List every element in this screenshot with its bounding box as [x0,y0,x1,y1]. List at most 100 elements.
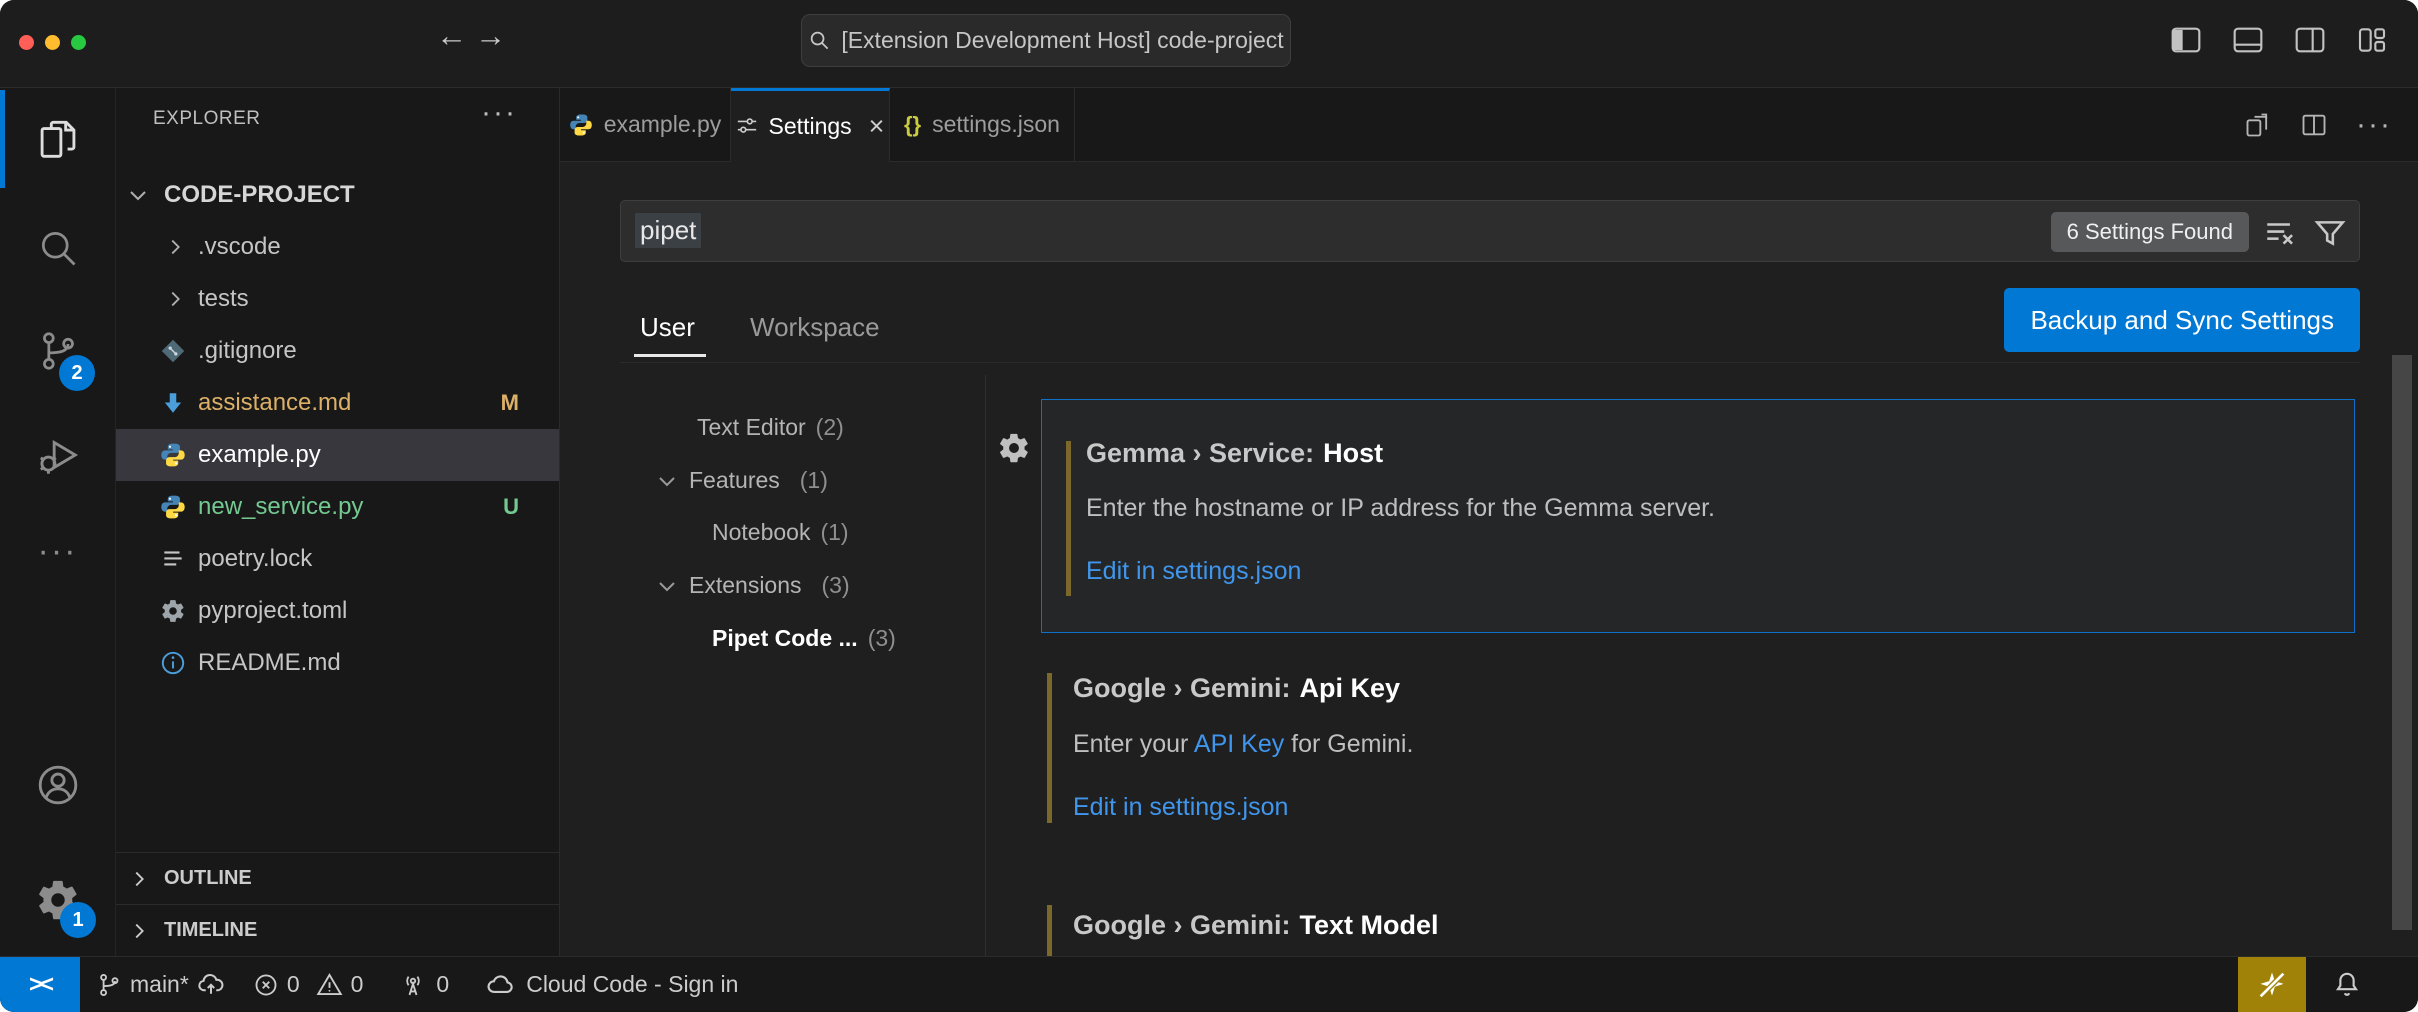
filter-settings-icon[interactable] [2313,216,2347,250]
notifications-bell-icon[interactable] [2332,970,2362,1000]
toc-count: (1) [800,467,828,494]
outline-label: OUTLINE [164,867,252,890]
backup-sync-settings-button[interactable]: Backup and Sync Settings [2004,288,2360,352]
problems-status-item[interactable]: 0 0 [253,971,364,998]
tree-item-new-service-py[interactable]: new_service.py U [116,481,559,533]
warnings-icon [316,971,343,998]
branch-status-item[interactable]: main* [96,971,225,999]
timeline-section-header[interactable]: TIMELINE [116,904,559,956]
edit-in-settings-json-link[interactable]: Edit in settings.json [1073,793,1288,821]
warning-count: 0 [351,971,364,998]
explorer-more-actions-icon[interactable]: ··· [481,96,517,130]
minimize-window-button[interactable] [45,35,60,50]
tree-root-code-project[interactable]: CODE-PROJECT [116,169,559,221]
toc-splitter[interactable] [985,375,986,956]
command-center[interactable]: [Extension Development Host] code-projec… [801,14,1291,67]
toc-item-notebook[interactable]: Notebook (1) [620,506,985,559]
more-actions-icon[interactable]: ··· [2356,108,2392,142]
editor-actions: ··· [2244,88,2392,162]
toc-item-features[interactable]: Features (1) [620,454,985,507]
customize-layout-icon[interactable] [2356,24,2388,56]
sidebar-item-source-control[interactable] [0,301,115,401]
settings-results-count-badge: 6 Settings Found [2051,212,2249,252]
sidebar-item-search[interactable] [0,198,115,298]
tree-item-tests[interactable]: tests [116,273,559,325]
back-icon[interactable]: ← [436,20,467,51]
forward-icon[interactable]: → [475,20,506,51]
cloud-code-status-item[interactable]: Cloud Code - Sign in [485,970,738,1000]
tab-settings[interactable]: Settings × [731,88,890,161]
ports-count: 0 [436,971,449,998]
outline-section-header[interactable]: OUTLINE [116,852,559,904]
description-text: for Gemini. [1284,730,1413,758]
sidebar-item-explorer[interactable] [0,90,115,190]
toggle-primary-sidebar-icon[interactable] [2170,24,2202,56]
file-label: example.py [198,441,321,469]
tab-scope-user[interactable]: User [640,300,695,354]
tree-item-poetry-lock[interactable]: poetry.lock [116,533,559,585]
setting-row-google-gemini-text-model[interactable]: Google › Gemini:Text Model [1041,895,2355,956]
tree-item-example-py[interactable]: example.py [116,429,559,481]
status-bar: >< main* [0,956,2418,1012]
chevron-right-icon [164,288,186,310]
ports-status-item[interactable]: 0 [399,971,449,999]
chevron-right-icon [128,920,150,942]
toc-item-pipet-code[interactable]: Pipet Code ... (3) [620,612,985,665]
remote-indicator[interactable]: >< [0,957,80,1012]
toc-item-extensions[interactable]: Extensions (3) [620,559,985,612]
clear-settings-search-icon[interactable] [2263,216,2297,250]
modified-indicator [1066,441,1071,596]
tree-item-readme-md[interactable]: README.md [116,637,559,689]
tree-item-pyproject-toml[interactable]: pyproject.toml [116,585,559,637]
tab-settings-json[interactable]: {} settings.json [890,88,1075,161]
file-label: assistance.md [198,389,351,417]
setting-row-google-gemini-api-key[interactable]: Google › Gemini:Api Key Enter your API K… [1041,660,2355,896]
search-icon [36,226,80,270]
accounts-button[interactable] [0,735,115,835]
tab-example-py[interactable]: example.py [560,88,731,161]
toc-item-text-editor[interactable]: Text Editor (2) [620,401,985,454]
additional-views-button[interactable]: ··· [0,501,115,601]
zoom-window-button[interactable] [71,35,86,50]
toggle-secondary-sidebar-icon[interactable] [2294,24,2326,56]
lock-file-icon [160,546,186,572]
setting-row-gemma-service-host[interactable]: Gemma › Service:Host Enter the hostname … [1041,399,2355,633]
close-tab-icon[interactable]: × [869,113,885,140]
tree-item-vscode[interactable]: .vscode [116,221,559,273]
branch-name: main* [130,971,189,998]
tree-item-gitignore[interactable]: .gitignore [116,325,559,377]
tree-item-assistance-md[interactable]: assistance.md M [116,377,559,429]
tab-bar: example.py Settings × {} settings.json [560,88,2418,162]
activity-bar: 2 ··· [0,88,115,956]
description-text: Enter your [1073,730,1194,758]
scrollbar[interactable] [2392,355,2412,930]
file-label: poetry.lock [198,545,312,573]
tab-label: example.py [604,111,722,138]
tab-label: Settings [769,113,852,140]
toc-label: Features [689,467,780,494]
api-key-link[interactable]: API Key [1194,730,1284,758]
setting-category: Gemma › Service: [1086,438,1314,468]
split-editor-icon[interactable] [2300,111,2328,139]
toc-label: Text Editor [697,414,806,441]
errors-icon [253,972,279,998]
setting-description: Enter your API Key for Gemini. [1073,731,1413,758]
inline-suggestions-off-item[interactable] [2238,957,2306,1012]
chevron-right-icon [164,236,186,258]
tab-scope-workspace[interactable]: Workspace [750,300,880,354]
open-changes-icon[interactable] [2244,111,2272,139]
sidebar-item-run-debug[interactable] [0,405,115,505]
edit-in-settings-json-link[interactable]: Edit in settings.json [1086,557,1301,585]
explorer-sidebar: EXPLORER ··· CODE-PROJECT .vscode te [115,88,560,956]
title-bar: ← → [Extension Development Host] code-pr… [0,0,2418,88]
close-window-button[interactable] [19,35,34,50]
file-label: README.md [198,649,341,677]
setting-key: Text Model [1300,910,1439,940]
settings-search-input[interactable]: pipet 6 Settings Found [620,200,2360,262]
manage-button[interactable] [0,850,115,950]
toc-count: (1) [820,519,848,546]
toggle-panel-icon[interactable] [2232,24,2264,56]
toc-label: Notebook [712,519,810,546]
setting-actions-gear-icon[interactable] [997,431,1031,465]
files-icon [35,117,81,163]
